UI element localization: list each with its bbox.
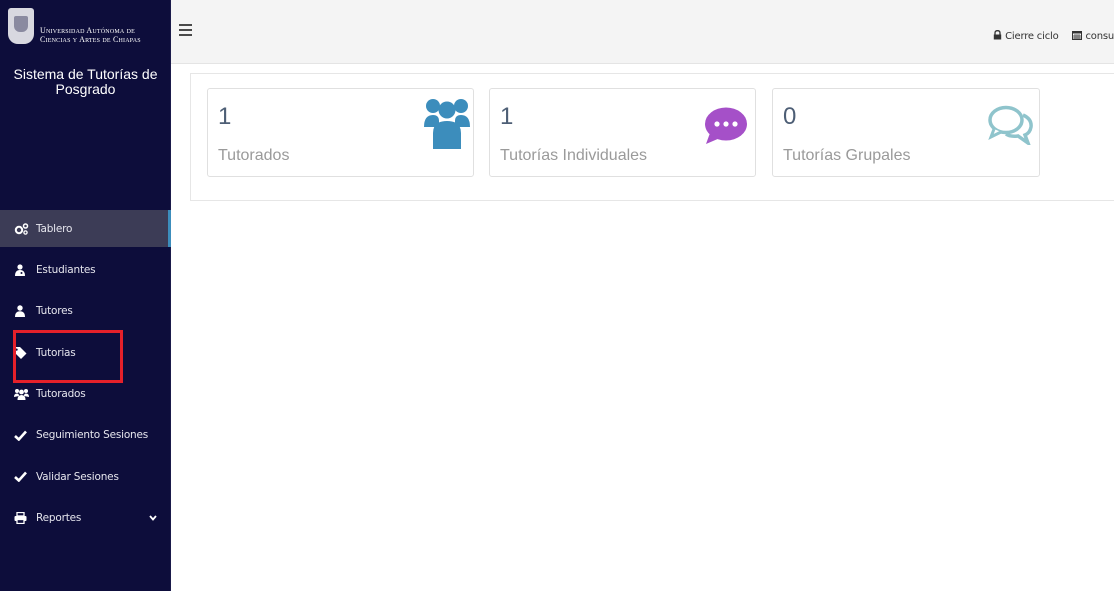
check-icon	[14, 471, 36, 483]
users-icon	[424, 97, 470, 154]
calendar-icon	[1072, 30, 1083, 43]
university-name: Universidad Autónoma de Ciencias y Artes…	[40, 26, 141, 44]
cierre-ciclo-link[interactable]: Cierre ciclo	[993, 30, 1059, 43]
consulta-link[interactable]: consu	[1072, 30, 1114, 43]
cogs-icon	[14, 222, 36, 235]
system-title: Sistema de Tutorías de Posgrado	[13, 66, 158, 97]
sidebar-item-estudiantes[interactable]: Estudiantes	[0, 251, 171, 288]
comments-outline-icon	[987, 105, 1035, 150]
university-seal-logo	[8, 8, 34, 44]
chevron-down-icon[interactable]	[149, 512, 157, 524]
sidebar-item-seguimiento-sesiones[interactable]: Seguimiento Sesiones	[0, 417, 171, 454]
topbar: Cierre ciclo consu	[171, 0, 1114, 64]
stat-label: Tutorías Individuales	[500, 147, 648, 164]
stat-card-tutorias-individuales[interactable]: 1 Tutorías Individuales	[489, 88, 756, 177]
stat-value: 0	[783, 103, 797, 130]
comment-dots-icon	[704, 107, 748, 150]
sidebar-item-tutorias[interactable]: Tutorias	[0, 334, 171, 371]
sidebar-item-validar-sesiones[interactable]: Validar Sesiones	[0, 458, 171, 495]
sidebar-item-label: Validar Sesiones	[36, 470, 119, 483]
sidebar-item-label: Reportes	[36, 512, 82, 525]
sidebar-item-reportes[interactable]: Reportes	[0, 500, 171, 537]
university-line-1: Universidad Autónoma de	[40, 26, 136, 35]
stat-card-tutorias-grupales[interactable]: 0 Tutorías Grupales	[772, 88, 1040, 177]
consulta-label: consu	[1085, 31, 1114, 42]
sidebar-item-label: Estudiantes	[36, 263, 96, 276]
lock-icon	[993, 30, 1002, 43]
sidebar-item-tutorados[interactable]: Tutorados	[0, 376, 171, 413]
check-icon	[14, 430, 36, 441]
cierre-ciclo-label: Cierre ciclo	[1005, 31, 1059, 42]
sidebar-item-label: Tutorados	[36, 388, 86, 401]
users-icon	[14, 388, 36, 401]
topbar-links: Cierre ciclo consu	[993, 30, 1114, 43]
sidebar-item-tablero[interactable]: Tablero	[0, 210, 171, 247]
hamburger-menu-icon[interactable]	[179, 24, 192, 39]
stat-label: Tutorados	[218, 147, 290, 164]
tag-icon	[14, 346, 36, 359]
stat-card-tutorados[interactable]: 1 Tutorados	[207, 88, 474, 177]
sidebar-item-label: Tutorias	[36, 346, 76, 359]
sidebar-item-label: Seguimiento Sesiones	[36, 429, 149, 442]
stat-value: 1	[218, 103, 232, 130]
brand: Universidad Autónoma de Ciencias y Artes…	[0, 0, 170, 64]
sidebar-menu: Tablero Estudiantes Tutores Tutorias Tut…	[0, 210, 171, 541]
user-md-icon	[14, 264, 36, 276]
app-window: Universidad Autónoma de Ciencias y Artes…	[0, 0, 1114, 591]
print-icon	[14, 512, 36, 525]
sidebar: Universidad Autónoma de Ciencias y Artes…	[0, 0, 171, 591]
stat-label: Tutorías Grupales	[783, 147, 911, 164]
stat-value: 1	[500, 103, 514, 130]
sidebar-item-tutores[interactable]: Tutores	[0, 293, 171, 330]
sidebar-item-label: Tutores	[36, 305, 73, 318]
university-line-2: Ciencias y Artes de Chiapas	[40, 35, 141, 44]
sidebar-item-label: Tablero	[36, 222, 73, 235]
user-icon	[14, 305, 36, 318]
